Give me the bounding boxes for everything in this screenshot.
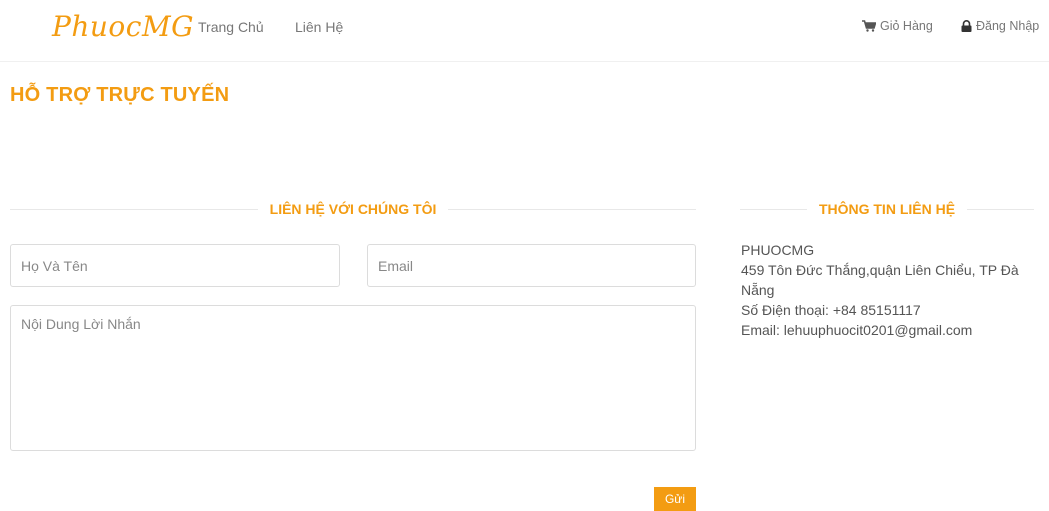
- divider: [448, 208, 697, 210]
- company-email: Email: lehuuphuocit0201@gmail.com: [741, 322, 973, 338]
- cart-icon: [862, 20, 876, 32]
- name-input[interactable]: [10, 244, 340, 287]
- divider: [740, 208, 807, 210]
- company-address: 459 Tôn Đức Thắng,quận Liên Chiểu, TP Đà…: [741, 262, 1019, 298]
- lock-icon: [961, 20, 972, 32]
- navbar: PhuocMG Trang Chủ Liên Hệ Giỏ Hàng Đăng …: [0, 0, 1049, 62]
- login-link[interactable]: Đăng Nhập: [961, 19, 1039, 33]
- company-name: PHUOCMG: [741, 242, 815, 258]
- nav-link-home[interactable]: Trang Chủ: [198, 19, 264, 35]
- contact-form-heading: LIÊN HỆ VỚI CHÚNG TÔI: [10, 198, 697, 220]
- message-input[interactable]: [10, 305, 696, 451]
- contact-form-heading-label: LIÊN HỆ VỚI CHÚNG TÔI: [269, 201, 437, 217]
- contact-info: PHUOCMG 459 Tôn Đức Thắng,quận Liên Chiể…: [741, 240, 1036, 340]
- send-button[interactable]: Gửi: [654, 487, 696, 511]
- contact-info-heading: THÔNG TIN LIÊN HỆ: [740, 198, 1034, 220]
- company-phone: Số Điện thoại: +84 85151117: [741, 302, 921, 318]
- divider: [967, 208, 1034, 210]
- contact-info-heading-label: THÔNG TIN LIÊN HỆ: [818, 201, 956, 217]
- login-label: Đăng Nhập: [976, 19, 1040, 33]
- nav-link-contact[interactable]: Liên Hệ: [295, 19, 343, 35]
- brand-logo[interactable]: PhuocMG: [52, 10, 194, 43]
- cart-link[interactable]: Giỏ Hàng: [862, 19, 933, 33]
- email-input[interactable]: [367, 244, 696, 287]
- page-title: HỖ TRỢ TRỰC TUYẾN: [10, 84, 230, 106]
- cart-label: Giỏ Hàng: [880, 19, 933, 33]
- divider: [10, 208, 258, 210]
